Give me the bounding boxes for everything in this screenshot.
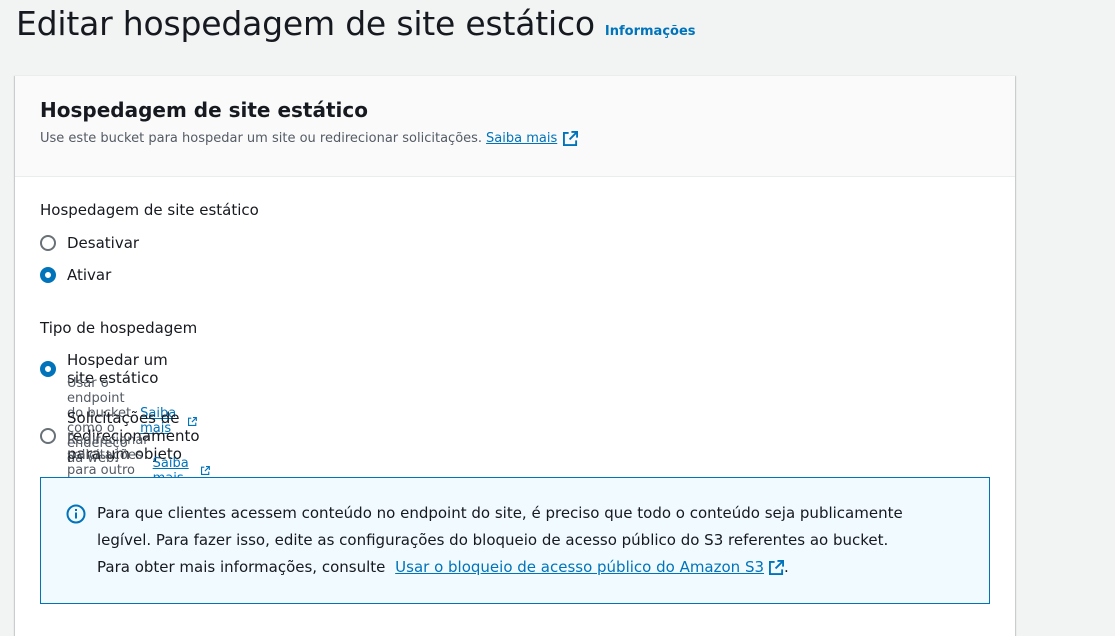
- panel-description-text: Use este bucket para hospedar um site ou…: [40, 131, 483, 146]
- alert-line-3: Para obter mais informações, consulte Us…: [97, 554, 959, 581]
- alert-line-3-suffix: .: [784, 558, 789, 576]
- radio-disable[interactable]: Desativar: [40, 234, 139, 252]
- external-link-icon: [563, 131, 579, 146]
- panel-learn-more-link[interactable]: Saiba mais: [486, 131, 579, 146]
- panel-header: Hospedagem de site estático Use este buc…: [15, 76, 1015, 177]
- hosting-toggle-group: Hospedagem de site estático Desativar At…: [40, 201, 259, 284]
- radio-redirect-requests-button[interactable]: [40, 428, 56, 444]
- panel-title: Hospedagem de site estático: [40, 98, 368, 122]
- alert-line-3-prefix: Para obter mais informações, consulte: [97, 558, 386, 576]
- radio-enable[interactable]: Ativar: [40, 266, 111, 284]
- info-alert: Para que clientes acessem conteúdo no en…: [40, 477, 990, 604]
- s3-public-access-block-link[interactable]: Usar o bloqueio de acesso público do Ama…: [395, 554, 785, 581]
- radio-enable-label: Ativar: [67, 266, 112, 284]
- static-hosting-panel: Hospedagem de site estático Use este buc…: [15, 75, 1015, 636]
- radio-host-static-site-button[interactable]: [40, 361, 56, 377]
- alert-line-1: Para que clientes acessem conteúdo no en…: [97, 504, 903, 522]
- hosting-type-group: Tipo de hospedagem Hospedar um site está…: [40, 319, 210, 508]
- hosting-type-label: Tipo de hospedagem: [40, 319, 198, 337]
- page-header: Editar hospedagem de site estático Infor…: [16, 4, 696, 43]
- radio-disable-label: Desativar: [67, 234, 140, 252]
- alert-line-2: legível. Para fazer isso, edite as confi…: [97, 531, 889, 549]
- radio-disable-button[interactable]: [40, 235, 56, 251]
- info-link[interactable]: Informações: [605, 24, 696, 39]
- panel-learn-more-label: Saiba mais: [486, 131, 558, 146]
- radio-enable-button[interactable]: [40, 267, 56, 283]
- hosting-group-label: Hospedagem de site estático: [40, 201, 259, 219]
- external-link-icon: [769, 560, 785, 575]
- external-link-icon: [200, 466, 210, 475]
- page-title: Editar hospedagem de site estático: [16, 4, 595, 43]
- panel-description: Use este bucket para hospedar um site ou…: [40, 131, 990, 146]
- s3-public-access-block-link-label: Usar o bloqueio de acesso público do Ama…: [395, 558, 765, 576]
- info-icon: [66, 504, 86, 524]
